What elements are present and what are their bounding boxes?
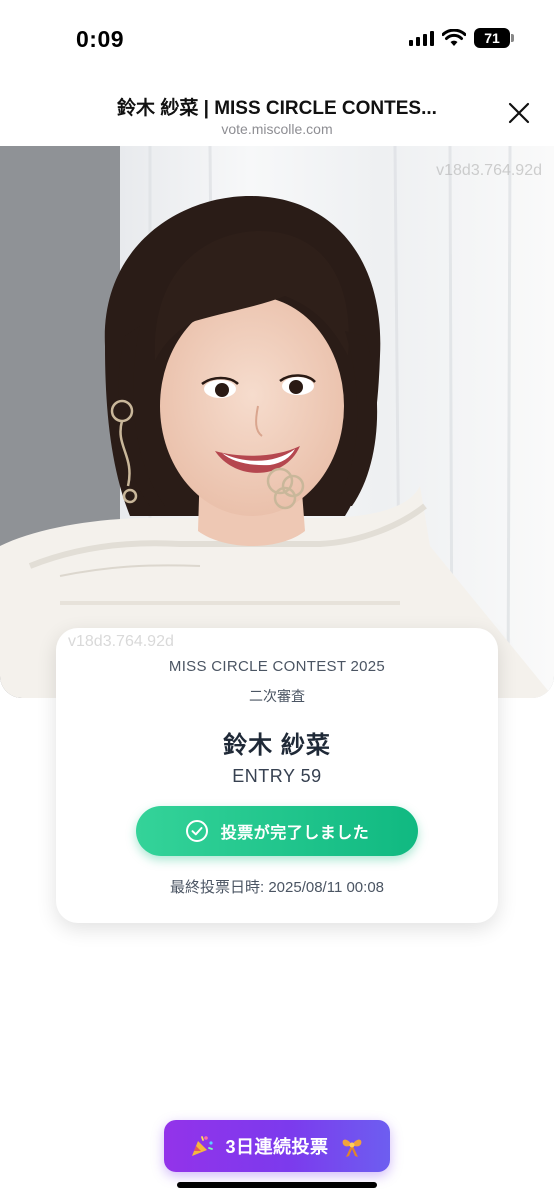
- page-title: 鈴木 紗菜 | MISS CIRCLE CONTES...: [117, 98, 437, 119]
- contestant-name: 鈴木 紗菜: [223, 732, 331, 759]
- contest-name: MISS CIRCLE CONTEST 2025: [168, 658, 386, 675]
- contest-stage: 二次審査: [249, 688, 305, 704]
- check-circle-icon: [185, 820, 208, 842]
- vote-complete-button[interactable]: 投票が完了しました: [136, 806, 418, 856]
- signal-icon: [409, 30, 434, 46]
- last-vote-time: 最終投票日時: 2025/08/11 00:08: [170, 879, 384, 896]
- photo-watermark-2: v18d3.764.92d: [68, 633, 174, 650]
- streak-badge[interactable]: 3日連続投票: [164, 1120, 390, 1172]
- party-popper-icon: [192, 1136, 214, 1156]
- status-icons: 71: [409, 28, 514, 48]
- streak-label: 3日連続投票: [225, 1137, 329, 1157]
- wifi-icon: [442, 29, 466, 46]
- status-time: 0:09: [76, 26, 125, 52]
- page-url: vote.miscolle.com: [221, 121, 333, 137]
- browser-header: 鈴木 紗菜 | MISS CIRCLE CONTES... vote.misco…: [0, 80, 554, 146]
- contestant-photo: [0, 146, 554, 698]
- close-icon[interactable]: [506, 100, 532, 126]
- battery-level: 71: [484, 30, 500, 46]
- vote-button-label: 投票が完了しました: [220, 825, 370, 842]
- status-bar: 0:09 71: [0, 0, 554, 80]
- entry-number: ENTRY 59: [232, 766, 322, 786]
- ribbon-gift-icon: [342, 1139, 361, 1157]
- home-indicator[interactable]: [177, 1182, 377, 1188]
- photo-watermark: v18d3.764.92d: [436, 162, 542, 179]
- contestant-card: MISS CIRCLE CONTEST 2025 二次審査 鈴木 紗菜 ENTR…: [56, 628, 498, 923]
- battery-icon: 71: [474, 28, 514, 48]
